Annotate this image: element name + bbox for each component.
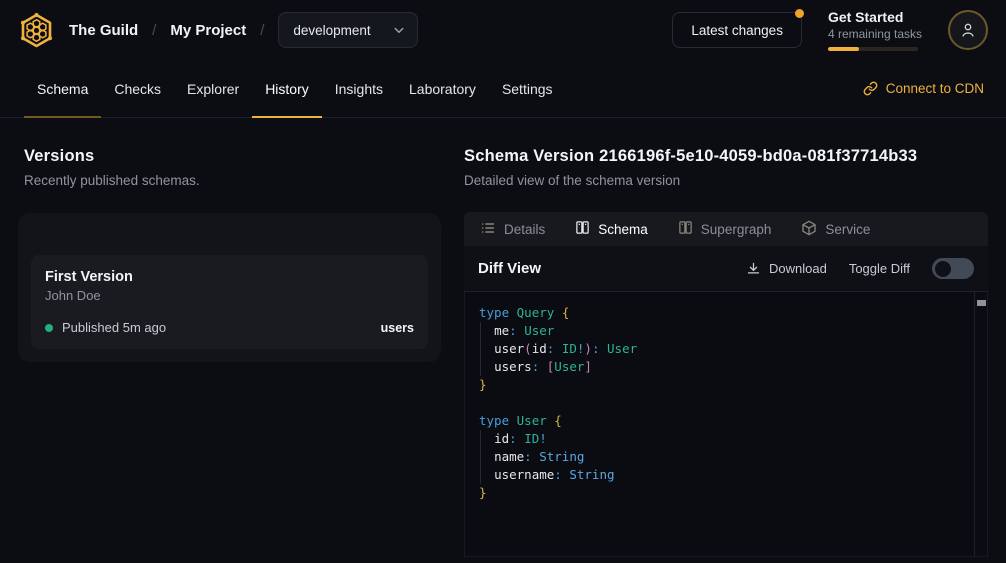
latest-changes-label: Latest changes <box>691 23 783 38</box>
version-list-item[interactable]: First Version John Doe Published 5m ago use… <box>31 255 428 349</box>
switch-knob <box>935 261 951 277</box>
nav-tab-settings[interactable]: Settings <box>489 60 566 117</box>
get-started-subtitle: 4 remaining tasks <box>828 27 922 41</box>
target-selector-value: development <box>293 23 370 38</box>
breadcrumb-org[interactable]: The Guild <box>69 22 138 39</box>
list-icon <box>480 220 496 239</box>
nav-tab-schema[interactable]: Schema <box>24 60 101 117</box>
columns-icon <box>575 220 590 238</box>
primary-nav-tabs: SchemaChecksExplorerHistoryInsightsLabor… <box>24 60 566 117</box>
user-avatar-button[interactable] <box>948 10 988 50</box>
code-scrollbar-thumb[interactable] <box>977 300 986 306</box>
diff-toolbar: Diff View Download Toggle Diff <box>464 246 988 292</box>
version-detail-card: Details Schema Supergraph Service Diff View… <box>464 212 988 557</box>
version-author: John Doe <box>45 288 414 303</box>
detail-tab-label: Service <box>825 222 870 237</box>
get-started-title: Get Started <box>828 9 922 25</box>
get-started-widget[interactable]: Get Started 4 remaining tasks <box>828 9 922 51</box>
detail-tab-label: Schema <box>598 222 648 237</box>
versions-panel: Versions Recently published schemas. Fir… <box>18 118 441 557</box>
version-detail-title: Schema Version 2166196f-5e10-4059-bd0a-0… <box>464 147 988 166</box>
nav-tab-explorer[interactable]: Explorer <box>174 60 252 117</box>
breadcrumb-separator: / <box>152 22 156 39</box>
columns-icon <box>678 220 693 238</box>
indent-guide <box>480 322 481 376</box>
download-button[interactable]: Download <box>746 261 827 276</box>
detail-tab-schema[interactable]: Schema <box>575 220 648 238</box>
main-content: Versions Recently published schemas. Fir… <box>0 118 1006 557</box>
schema-code-viewer[interactable]: type Query { me: User user(id: ID!): Use… <box>464 292 988 557</box>
diff-view-title: Diff View <box>478 260 541 277</box>
primary-nav: SchemaChecksExplorerHistoryInsightsLabor… <box>0 60 1006 118</box>
version-detail-panel: Schema Version 2166196f-5e10-4059-bd0a-0… <box>464 118 988 557</box>
detail-tab-label: Supergraph <box>701 222 772 237</box>
versions-subtitle: Recently published schemas. <box>24 173 441 188</box>
detail-tab-supergraph[interactable]: Supergraph <box>678 220 772 238</box>
version-detail-tabs: Details Schema Supergraph Service <box>464 212 988 246</box>
latest-changes-button[interactable]: Latest changes <box>672 12 802 48</box>
toggle-diff-label: Toggle Diff <box>849 261 910 276</box>
nav-tab-laboratory[interactable]: Laboratory <box>396 60 489 117</box>
breadcrumb-project[interactable]: My Project <box>170 22 246 39</box>
nav-tab-checks[interactable]: Checks <box>101 60 174 117</box>
top-header: The Guild / My Project / development Lat… <box>0 0 1006 60</box>
cube-icon <box>801 220 817 239</box>
download-label: Download <box>769 261 827 276</box>
versions-list: First Version John Doe Published 5m ago use… <box>18 213 441 362</box>
breadcrumb-separator: / <box>260 22 264 39</box>
nav-tab-history[interactable]: History <box>252 60 322 117</box>
get-started-progress <box>828 47 918 51</box>
version-name: First Version <box>45 269 414 285</box>
detail-tab-details[interactable]: Details <box>480 220 545 239</box>
target-selector[interactable]: development <box>278 12 417 48</box>
published-status-dot <box>45 324 53 332</box>
link-icon <box>863 81 878 96</box>
header-actions: Latest changes Get Started 4 remaining t… <box>672 9 988 51</box>
connect-cdn-label: Connect to CDN <box>886 81 984 96</box>
hive-hexagon-icon <box>18 12 55 49</box>
version-detail-subtitle: Detailed view of the schema version <box>464 173 988 188</box>
guild-logo[interactable] <box>18 12 55 49</box>
breadcrumb: The Guild / My Project / development <box>18 12 418 49</box>
notification-dot <box>795 9 804 18</box>
connect-cdn-link[interactable]: Connect to CDN <box>863 60 984 117</box>
service-name-badge: users <box>381 321 414 335</box>
user-icon <box>959 21 977 39</box>
indent-guide <box>480 430 481 484</box>
nav-tab-insights[interactable]: Insights <box>322 60 396 117</box>
download-icon <box>746 261 761 276</box>
schema-sdl: type Query { me: User user(id: ID!): Use… <box>465 292 987 514</box>
versions-title: Versions <box>24 147 441 166</box>
code-scrollbar[interactable] <box>974 292 987 556</box>
version-status: Published 5m ago <box>62 320 166 335</box>
toggle-diff-switch[interactable] <box>932 258 974 279</box>
detail-tab-label: Details <box>504 222 545 237</box>
chevron-down-icon <box>393 24 405 36</box>
detail-tab-service[interactable]: Service <box>801 220 870 239</box>
